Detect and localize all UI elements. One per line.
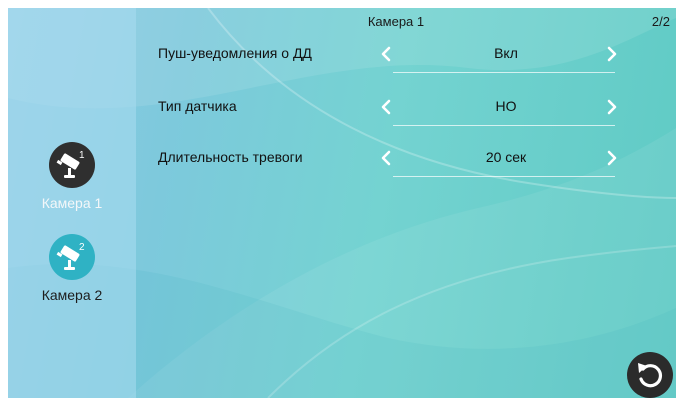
previous-value-button[interactable] (374, 146, 398, 170)
setting-value: НО (495, 98, 517, 114)
setting-value: Вкл (494, 45, 518, 61)
setting-label: Длительность тревоги (158, 149, 303, 165)
row-divider (393, 176, 615, 177)
cctv-camera-icon: 2 (56, 242, 85, 270)
chevron-right-icon (607, 99, 617, 115)
camera-2-circle: 2 (49, 234, 95, 280)
page-title: Камера 1 (367, 14, 425, 29)
page-indicator: 2/2 (651, 14, 670, 29)
chevron-left-icon (381, 46, 391, 62)
svg-text:2: 2 (79, 242, 85, 253)
next-value-button[interactable] (600, 42, 624, 66)
next-value-button[interactable] (600, 95, 624, 119)
previous-value-button[interactable] (374, 42, 398, 66)
next-value-button[interactable] (600, 146, 624, 170)
setting-label: Пуш-уведомления о ДД (158, 45, 312, 61)
row-divider (393, 125, 615, 126)
setting-label: Тип датчика (158, 98, 237, 114)
previous-value-button[interactable] (374, 95, 398, 119)
setting-value: 20 сек (485, 149, 527, 165)
setting-row-sensor-type: Тип датчика НО (8, 95, 676, 126)
sidebar-item-camera-2[interactable]: 2 Камера 2 (8, 234, 136, 303)
row-divider (393, 72, 615, 73)
chevron-right-icon (607, 46, 617, 62)
setting-row-alarm-duration: Длительность тревоги 20 сек (8, 146, 676, 177)
sidebar-item-label: Камера 1 (41, 195, 103, 211)
setting-row-push-notifications: Пуш-уведомления о ДД Вкл (8, 42, 676, 73)
chevron-left-icon (381, 150, 391, 166)
sidebar-item-label: Камера 2 (41, 287, 103, 303)
undo-arrow-icon (638, 363, 663, 388)
camera-sidebar: 1 Камера 1 2 Камера 2 (8, 8, 136, 398)
back-button[interactable] (627, 352, 673, 398)
chevron-right-icon (607, 150, 617, 166)
chevron-left-icon (381, 99, 391, 115)
screen: 1 Камера 1 2 Камера 2 Камера 1 2/2 Пуш-у… (8, 8, 676, 398)
